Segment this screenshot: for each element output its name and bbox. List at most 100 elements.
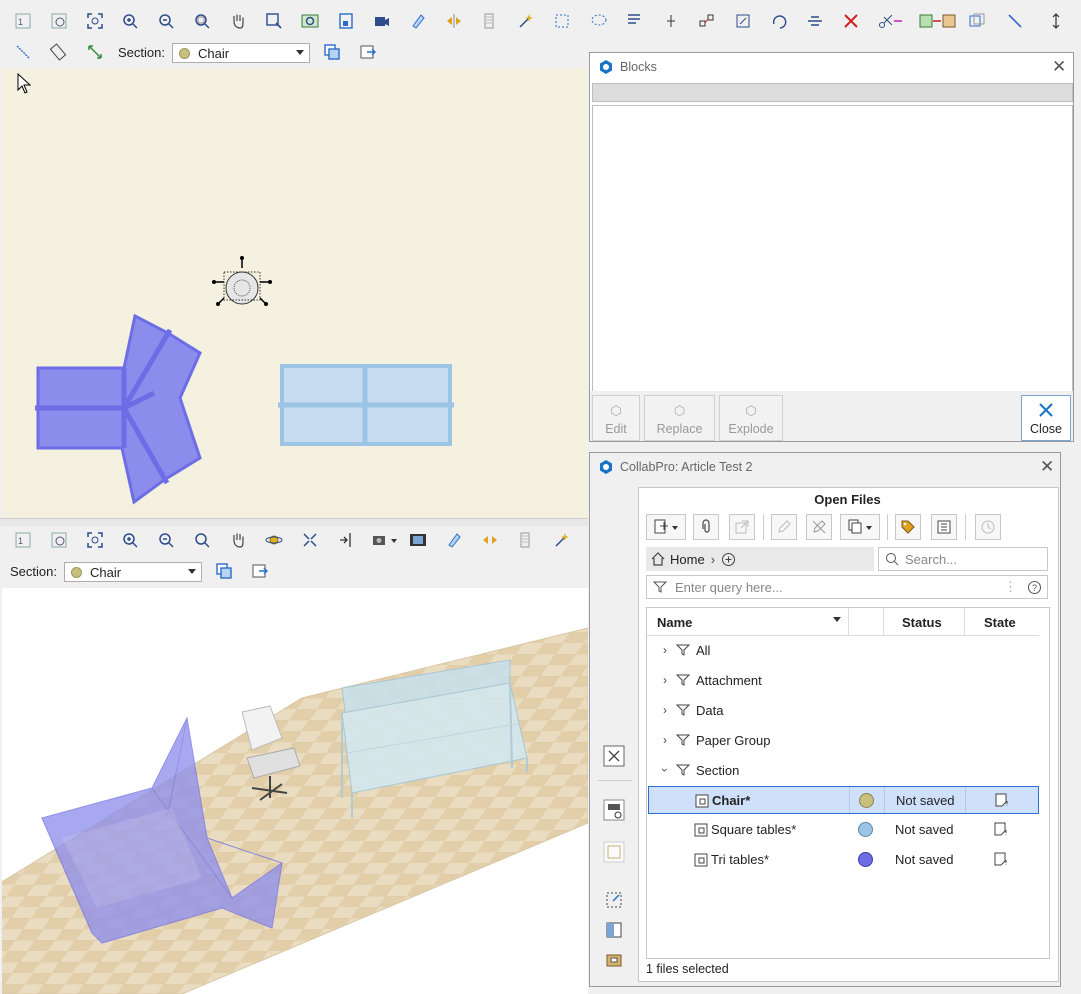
chevron-down-icon[interactable]: ›: [658, 763, 672, 777]
blocks-search-bar[interactable]: [592, 83, 1073, 102]
close-icon[interactable]: ✕: [1052, 58, 1066, 75]
explode-button[interactable]: ⬡ Explode: [719, 395, 783, 441]
blocks-panel-titlebar[interactable]: Blocks: [590, 53, 1073, 81]
delete-icon[interactable]: [838, 8, 864, 34]
tree-item-section[interactable]: › Section: [648, 755, 1038, 785]
file-row-chair[interactable]: Chair* Not saved: [648, 786, 1039, 814]
pan-hand-icon[interactable]: [225, 8, 251, 34]
snap-icon[interactable]: [441, 527, 467, 553]
view3d-section-select[interactable]: Chair: [64, 562, 202, 582]
open-external-icon[interactable]: [729, 514, 755, 540]
zoom-out-icon[interactable]: [153, 527, 179, 553]
zoom-in-icon[interactable]: [117, 527, 143, 553]
tag-icon[interactable]: [895, 514, 921, 540]
section-export-icon[interactable]: [247, 558, 273, 584]
copy-icon[interactable]: [840, 514, 880, 540]
query-input[interactable]: Enter query here... ⋮ ?: [646, 575, 1048, 599]
zoom-window-icon[interactable]: [189, 527, 215, 553]
zoom-1-1-icon[interactable]: 1: [10, 527, 36, 553]
plan-section-select[interactable]: Chair: [172, 43, 310, 63]
tree-item-paper-group[interactable]: › Paper Group: [648, 725, 1038, 755]
select-region-icon[interactable]: [599, 885, 629, 915]
edit-pencil-icon[interactable]: [771, 514, 797, 540]
save-file-icon[interactable]: [599, 795, 629, 825]
state-lock-icon[interactable]: [993, 821, 1009, 837]
home-icon[interactable]: [650, 551, 666, 567]
file-row-tri-tables[interactable]: Tri tables* Not saved: [648, 846, 1039, 874]
tree-item-data[interactable]: › Data: [648, 695, 1038, 725]
replace-button[interactable]: ⬡ Replace: [644, 395, 715, 441]
diagonal-line-icon[interactable]: [10, 39, 36, 65]
section-export-icon[interactable]: [355, 39, 381, 65]
snap-icon[interactable]: [405, 8, 431, 34]
close-icon[interactable]: ✕: [1040, 458, 1054, 475]
zoom-window-icon[interactable]: [189, 8, 215, 34]
lasso-icon[interactable]: [586, 8, 612, 34]
swap-icon[interactable]: [964, 8, 990, 34]
chevron-right-icon[interactable]: ›: [658, 703, 672, 717]
sort-down-icon[interactable]: [833, 617, 841, 622]
remove-icon[interactable]: [806, 514, 832, 540]
search-input[interactable]: Search...: [878, 547, 1048, 571]
zoom-1-1-icon[interactable]: 1: [10, 8, 36, 34]
sparkle-icon[interactable]: [513, 8, 539, 34]
scale-icon[interactable]: [730, 8, 756, 34]
zoom-fit-icon[interactable]: [297, 8, 323, 34]
history-icon[interactable]: [975, 514, 1001, 540]
tree-item-attachment[interactable]: › Attachment: [648, 665, 1038, 695]
resize-vertical-icon[interactable]: [1043, 8, 1069, 34]
connect-icon[interactable]: [694, 8, 720, 34]
help-icon[interactable]: ?: [1027, 580, 1042, 595]
mirror-icon[interactable]: [477, 527, 503, 553]
sync-file-icon[interactable]: [599, 837, 629, 867]
section-copy-icon[interactable]: [211, 558, 237, 584]
close-files-icon[interactable]: [599, 741, 629, 771]
collabpro-titlebar[interactable]: CollabPro: Article Test 2: [590, 453, 1060, 481]
zoom-previous-icon[interactable]: [46, 8, 72, 34]
line-icon[interactable]: [1002, 8, 1028, 34]
split-view-icon[interactable]: [599, 915, 629, 945]
frame-icon[interactable]: [333, 8, 359, 34]
pan-hand-icon[interactable]: [225, 527, 251, 553]
dimension-icon[interactable]: [82, 39, 108, 65]
plan-view-canvas[interactable]: [2, 68, 588, 518]
state-lock-icon[interactable]: [994, 792, 1010, 808]
text-icon[interactable]: [622, 8, 648, 34]
replace-icon[interactable]: [916, 8, 960, 34]
section-copy-icon[interactable]: [319, 39, 345, 65]
close-button[interactable]: Close: [1021, 395, 1071, 441]
more-icon[interactable]: ⋮: [1004, 579, 1017, 595]
zoom-selection-icon[interactable]: [261, 8, 287, 34]
column-state[interactable]: State: [984, 615, 1016, 630]
zoom-extents-icon[interactable]: [82, 527, 108, 553]
column-status[interactable]: Status: [902, 615, 942, 630]
add-circle-icon[interactable]: [721, 552, 736, 567]
zoom-previous-icon[interactable]: [46, 527, 72, 553]
state-lock-icon[interactable]: [993, 851, 1009, 867]
mirror-icon[interactable]: [441, 8, 467, 34]
camera-icon[interactable]: [369, 527, 401, 553]
measure-icon[interactable]: [46, 39, 72, 65]
sparkle-icon[interactable]: [549, 527, 575, 553]
view3d-canvas[interactable]: [2, 588, 588, 994]
new-file-icon[interactable]: [646, 514, 686, 540]
film-icon[interactable]: [405, 527, 431, 553]
edit-button[interactable]: ⬡ Edit: [592, 395, 640, 441]
properties-icon[interactable]: [931, 514, 957, 540]
tree-item-all[interactable]: › All: [648, 635, 1038, 665]
select-box-icon[interactable]: [549, 8, 575, 34]
chevron-right-icon[interactable]: ›: [658, 733, 672, 747]
walk-icon[interactable]: [333, 527, 359, 553]
camera-icon[interactable]: [369, 8, 395, 34]
pin-icon[interactable]: [658, 8, 684, 34]
hatch-icon[interactable]: [513, 527, 539, 553]
cut-icon[interactable]: [874, 8, 910, 34]
align-icon[interactable]: [802, 8, 828, 34]
fullscreen-icon[interactable]: [297, 527, 323, 553]
attach-icon[interactable]: [693, 514, 719, 540]
breadcrumb-home[interactable]: Home: [670, 552, 705, 567]
hatch-icon[interactable]: [477, 8, 503, 34]
blocks-list[interactable]: [592, 105, 1073, 392]
rotate-icon[interactable]: [766, 8, 792, 34]
archive-icon[interactable]: [599, 945, 629, 975]
